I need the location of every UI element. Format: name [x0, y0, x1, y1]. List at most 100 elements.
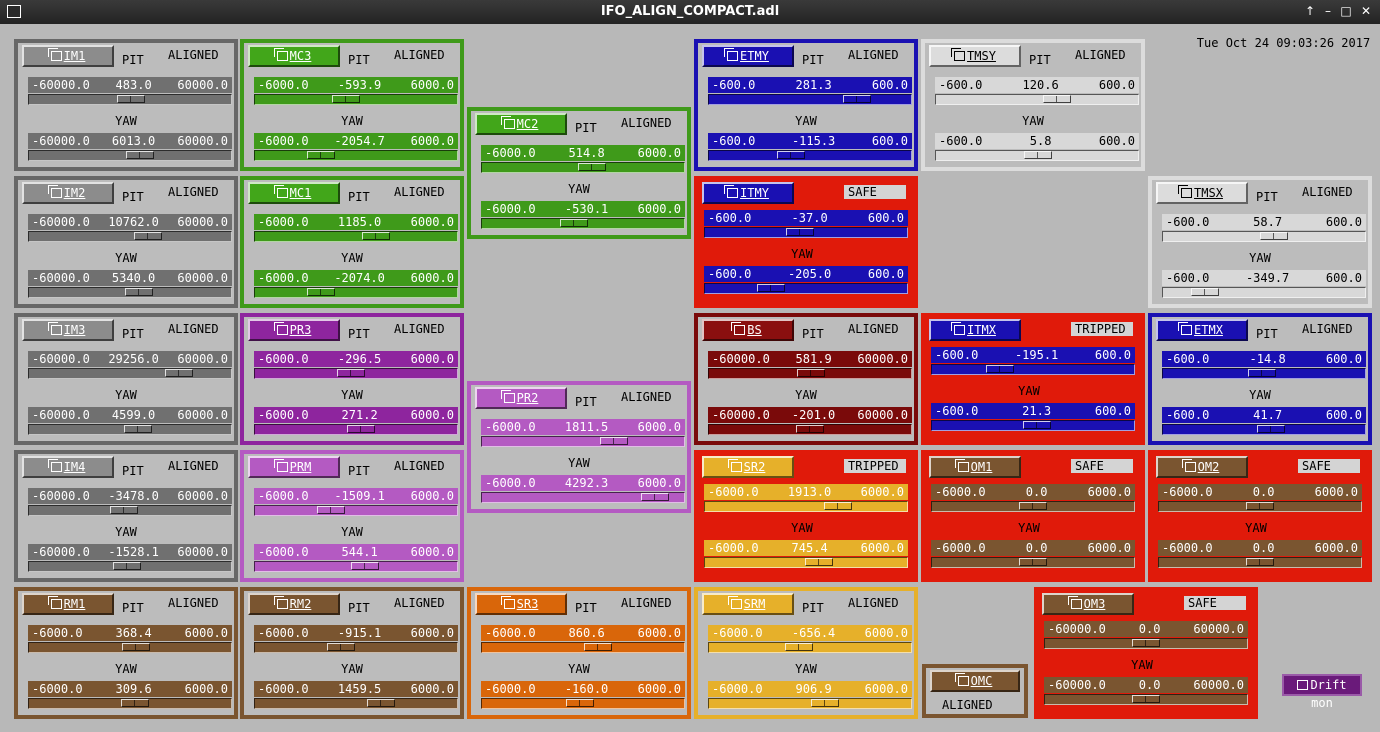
- pit-slider-thumb[interactable]: [986, 365, 1015, 373]
- yaw-slider[interactable]: [931, 420, 1135, 431]
- pit-slider[interactable]: [481, 642, 685, 653]
- yaw-slider[interactable]: [254, 424, 458, 435]
- omc-button[interactable]: OMC: [930, 670, 1020, 692]
- yaw-slider-thumb[interactable]: [560, 219, 589, 227]
- pit-slider[interactable]: [704, 501, 908, 512]
- pit-slider[interactable]: [254, 368, 458, 379]
- yaw-slider-thumb[interactable]: [641, 493, 670, 501]
- pit-slider-thumb[interactable]: [1259, 232, 1288, 240]
- pit-slider[interactable]: [254, 94, 458, 105]
- yaw-slider-thumb[interactable]: [307, 151, 336, 159]
- pit-slider-thumb[interactable]: [361, 232, 390, 240]
- yaw-slider[interactable]: [28, 698, 232, 709]
- yaw-slider[interactable]: [254, 698, 458, 709]
- pit-slider[interactable]: [1162, 231, 1366, 242]
- yaw-slider[interactable]: [28, 287, 232, 298]
- mc2-button[interactable]: MC2: [475, 113, 567, 135]
- om1-button[interactable]: OM1: [929, 456, 1021, 478]
- yaw-slider-thumb[interactable]: [1024, 151, 1052, 159]
- rm2-button[interactable]: RM2: [248, 593, 340, 615]
- yaw-slider[interactable]: [481, 698, 685, 709]
- yaw-slider-thumb[interactable]: [1132, 695, 1160, 703]
- pit-slider-thumb[interactable]: [165, 369, 194, 377]
- yaw-slider-thumb[interactable]: [366, 699, 395, 707]
- itmx-button[interactable]: ITMX: [929, 319, 1021, 341]
- yaw-slider-thumb[interactable]: [126, 151, 155, 159]
- pit-slider[interactable]: [254, 231, 458, 242]
- yaw-slider-thumb[interactable]: [346, 425, 375, 433]
- yaw-slider[interactable]: [481, 492, 685, 503]
- srm-button[interactable]: SRM: [702, 593, 794, 615]
- pit-slider[interactable]: [28, 231, 232, 242]
- yaw-slider[interactable]: [704, 283, 908, 294]
- yaw-slider-thumb[interactable]: [1019, 558, 1047, 566]
- im1-button[interactable]: IM1: [22, 45, 114, 67]
- pit-slider-thumb[interactable]: [577, 163, 606, 171]
- pit-slider[interactable]: [28, 505, 232, 516]
- etmy-button[interactable]: ETMY: [702, 45, 794, 67]
- mc1-button[interactable]: MC1: [248, 182, 340, 204]
- yaw-slider-thumb[interactable]: [811, 699, 840, 707]
- pit-slider[interactable]: [481, 436, 685, 447]
- yaw-slider-thumb[interactable]: [121, 699, 150, 707]
- yaw-slider[interactable]: [481, 218, 685, 229]
- close-button[interactable]: ✕: [1358, 3, 1374, 19]
- pit-slider-thumb[interactable]: [326, 643, 355, 651]
- rm1-button[interactable]: RM1: [22, 593, 114, 615]
- pr2-button[interactable]: PR2: [475, 387, 567, 409]
- yaw-slider[interactable]: [708, 424, 912, 435]
- pit-slider-thumb[interactable]: [110, 506, 139, 514]
- pit-slider[interactable]: [935, 94, 1139, 105]
- pit-slider[interactable]: [931, 364, 1135, 375]
- yaw-slider[interactable]: [1162, 424, 1366, 435]
- pit-slider[interactable]: [1044, 638, 1248, 649]
- yaw-slider[interactable]: [28, 150, 232, 161]
- pit-slider-thumb[interactable]: [1019, 502, 1047, 510]
- pit-slider[interactable]: [704, 227, 908, 238]
- om2-button[interactable]: OM2: [1156, 456, 1248, 478]
- pit-slider-thumb[interactable]: [824, 502, 853, 510]
- yaw-slider-thumb[interactable]: [566, 699, 595, 707]
- pit-slider-thumb[interactable]: [1246, 502, 1274, 510]
- prm-button[interactable]: PRM: [248, 456, 340, 478]
- pit-slider[interactable]: [1158, 501, 1362, 512]
- yaw-slider-thumb[interactable]: [804, 558, 833, 566]
- yaw-slider[interactable]: [935, 150, 1139, 161]
- yaw-slider[interactable]: [254, 287, 458, 298]
- yaw-slider[interactable]: [708, 150, 912, 161]
- pit-slider[interactable]: [931, 501, 1135, 512]
- yaw-slider-thumb[interactable]: [123, 425, 152, 433]
- pit-slider-thumb[interactable]: [843, 95, 872, 103]
- bs-button[interactable]: BS: [702, 319, 794, 341]
- yaw-slider-thumb[interactable]: [795, 425, 824, 433]
- pit-slider-thumb[interactable]: [785, 228, 814, 236]
- yaw-slider[interactable]: [1158, 557, 1362, 568]
- pit-slider-thumb[interactable]: [1247, 369, 1276, 377]
- im4-button[interactable]: IM4: [22, 456, 114, 478]
- yaw-slider[interactable]: [1162, 287, 1366, 298]
- sr2-button[interactable]: SR2: [702, 456, 794, 478]
- pit-slider-thumb[interactable]: [116, 95, 145, 103]
- yaw-slider-thumb[interactable]: [351, 562, 380, 570]
- yaw-slider[interactable]: [704, 557, 908, 568]
- om3-button[interactable]: OM3: [1042, 593, 1134, 615]
- maximize-button[interactable]: □: [1338, 3, 1354, 19]
- raise-window-button[interactable]: ↑: [1302, 3, 1318, 19]
- pit-slider-thumb[interactable]: [784, 643, 813, 651]
- pit-slider-thumb[interactable]: [316, 506, 345, 514]
- drift-mon-button[interactable]: Drift mon: [1282, 674, 1362, 710]
- yaw-slider-thumb[interactable]: [1191, 288, 1220, 296]
- yaw-slider[interactable]: [931, 557, 1135, 568]
- pit-slider-thumb[interactable]: [1132, 639, 1160, 647]
- pit-slider-thumb[interactable]: [122, 643, 151, 651]
- yaw-slider-thumb[interactable]: [1257, 425, 1286, 433]
- yaw-slider-thumb[interactable]: [757, 284, 786, 292]
- yaw-slider-thumb[interactable]: [125, 288, 154, 296]
- yaw-slider-thumb[interactable]: [1246, 558, 1274, 566]
- pit-slider-thumb[interactable]: [332, 95, 361, 103]
- pit-slider[interactable]: [481, 162, 685, 173]
- pit-slider[interactable]: [28, 642, 232, 653]
- pit-slider[interactable]: [28, 94, 232, 105]
- yaw-slider-thumb[interactable]: [307, 288, 336, 296]
- pit-slider-thumb[interactable]: [599, 437, 628, 445]
